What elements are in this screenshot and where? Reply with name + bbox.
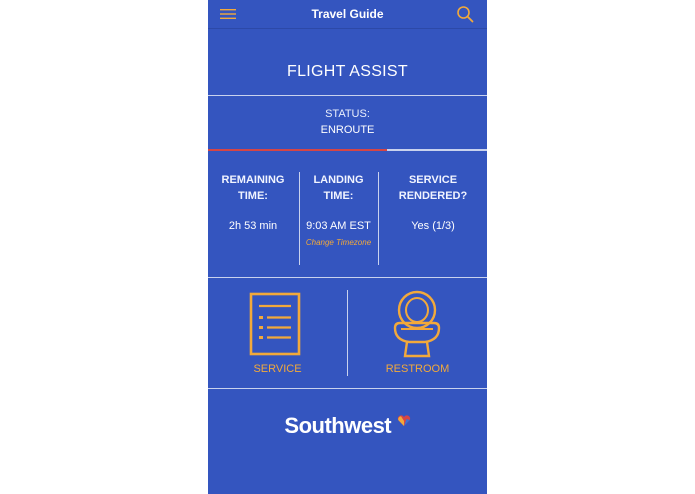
service-rendered-label-line1: SERVICE bbox=[408, 174, 458, 186]
search-icon[interactable] bbox=[456, 5, 474, 23]
top-navigation-bar: Travel Guide bbox=[208, 0, 487, 29]
service-rendered-value: Yes (1/3) bbox=[411, 220, 455, 232]
divider bbox=[208, 95, 487, 96]
flight-progress-bar bbox=[208, 149, 487, 151]
divider bbox=[208, 277, 487, 278]
remaining-time-column: REMAINING TIME: 2h 53 min bbox=[214, 172, 292, 232]
landing-time-label-line2: TIME: bbox=[323, 190, 354, 202]
change-timezone-link[interactable]: Change Timezone bbox=[299, 238, 378, 247]
service-rendered-column: SERVICE RENDERED? Yes (1/3) bbox=[379, 172, 487, 232]
remaining-time-label-line1: REMAINING bbox=[221, 174, 285, 186]
flight-progress-fill bbox=[208, 149, 387, 151]
remaining-time-label-line2: TIME: bbox=[238, 190, 268, 202]
southwest-logo: Southwest bbox=[208, 413, 487, 439]
landing-time-column: LANDING TIME: 9:03 AM EST Change Timezon… bbox=[299, 172, 378, 247]
landing-time-value: 9:03 AM EST bbox=[306, 220, 371, 232]
toilet-icon bbox=[393, 290, 441, 358]
app-title: Travel Guide bbox=[311, 7, 384, 21]
status-value: ENROUTE bbox=[320, 124, 375, 136]
heart-icon bbox=[397, 415, 410, 426]
page-title: FLIGHT ASSIST bbox=[287, 63, 408, 80]
restroom-button-label: RESTROOM bbox=[385, 363, 450, 375]
service-button[interactable]: SERVICE bbox=[208, 290, 347, 378]
remaining-time-value: 2h 53 min bbox=[228, 220, 278, 232]
restroom-button[interactable]: RESTROOM bbox=[348, 290, 487, 378]
divider bbox=[208, 388, 487, 389]
app-screen: Travel Guide FLIGHT ASSIST STATUS: ENROU… bbox=[208, 0, 487, 494]
service-rendered-label-line2: RENDERED? bbox=[398, 190, 468, 202]
landing-time-label-line1: LANDING bbox=[313, 174, 364, 186]
brand-wordmark: Southwest bbox=[284, 413, 392, 438]
service-button-label: SERVICE bbox=[253, 363, 302, 375]
document-list-icon bbox=[249, 292, 301, 356]
status-label: STATUS: bbox=[325, 108, 370, 120]
